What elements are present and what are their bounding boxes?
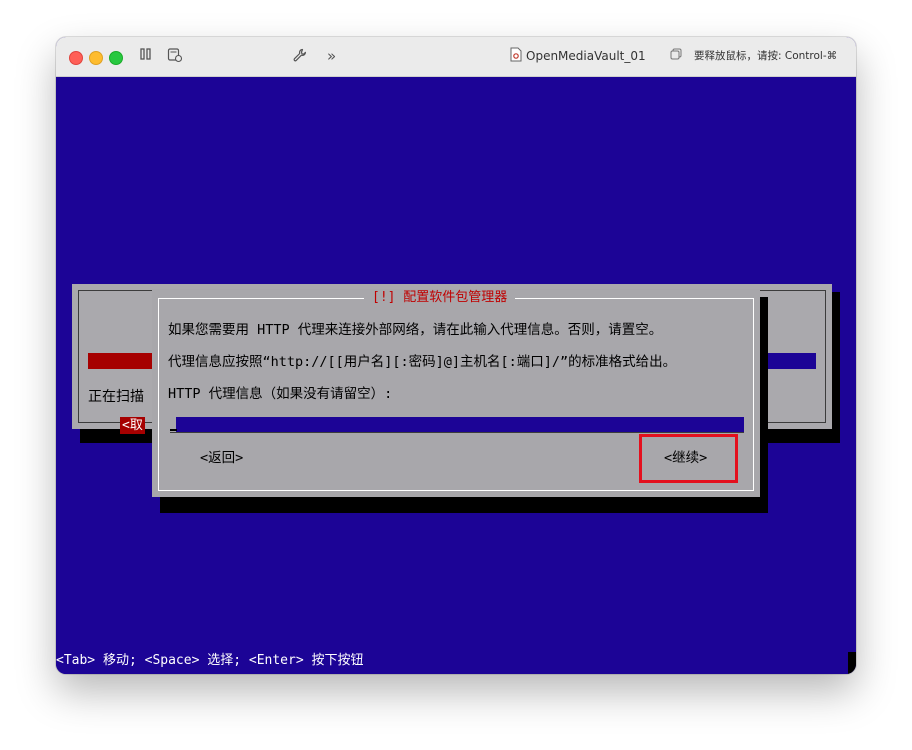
proxy-field-label: HTTP 代理信息（如果没有请留空）: [168,386,393,402]
dialog-description-line1: 如果您需要用 HTTP 代理来连接外部网络，请在此输入代理信息。否则，请置空。 [168,322,663,338]
dialog-description-line2: 代理信息应按照“http://[[用户名][:密码]@]主机名[:端口]/”的标… [168,354,677,370]
vm-window: » OpenMediaVault_01 要释放鼠标，请按: Control-⌘ … [56,37,856,674]
window-title: OpenMediaVault_01 [526,49,646,63]
zoom-window-button[interactable] [109,51,123,65]
proxy-input[interactable] [176,417,744,432]
footer-corner-block [848,652,856,674]
dialog-shadow-right [760,297,768,513]
keyboard-hint-footer: <Tab> 移动; <Space> 选择; <Enter> 按下按钮 [56,653,364,668]
dialog-title: [!] 配置软件包管理器 [364,289,516,307]
background-progress-fill [761,353,816,369]
text-cursor [170,429,177,431]
title-bar: » OpenMediaVault_01 要释放鼠标，请按: Control-⌘ [56,37,856,77]
continue-highlight-box [639,434,738,483]
vm-document-icon [510,47,522,67]
proxy-input-underline [170,432,744,433]
minimize-window-button[interactable] [89,51,103,65]
background-progress-bar [88,353,153,369]
dialog-shadow-bottom [160,497,768,513]
more-chevrons-icon[interactable]: » [327,47,336,65]
pause-icon[interactable] [140,47,152,66]
close-window-button[interactable] [69,51,83,65]
scanning-status-text: 正在扫描 [88,389,144,405]
wrench-icon[interactable] [292,47,308,68]
back-button[interactable]: <返回> [200,449,243,467]
snapshot-icon[interactable] [167,47,183,68]
copy-icon [670,47,682,65]
mouse-release-hint: 要释放鼠标，请按: Control-⌘ [694,50,838,62]
vm-console-screen[interactable]: 正在扫描 <取 [!] 配置软件包管理器 如果您需要用 HTTP 代理来连接外部… [56,77,856,674]
background-cancel-button[interactable]: <取 [120,417,145,434]
background-dialog-shadow-right [832,292,840,443]
